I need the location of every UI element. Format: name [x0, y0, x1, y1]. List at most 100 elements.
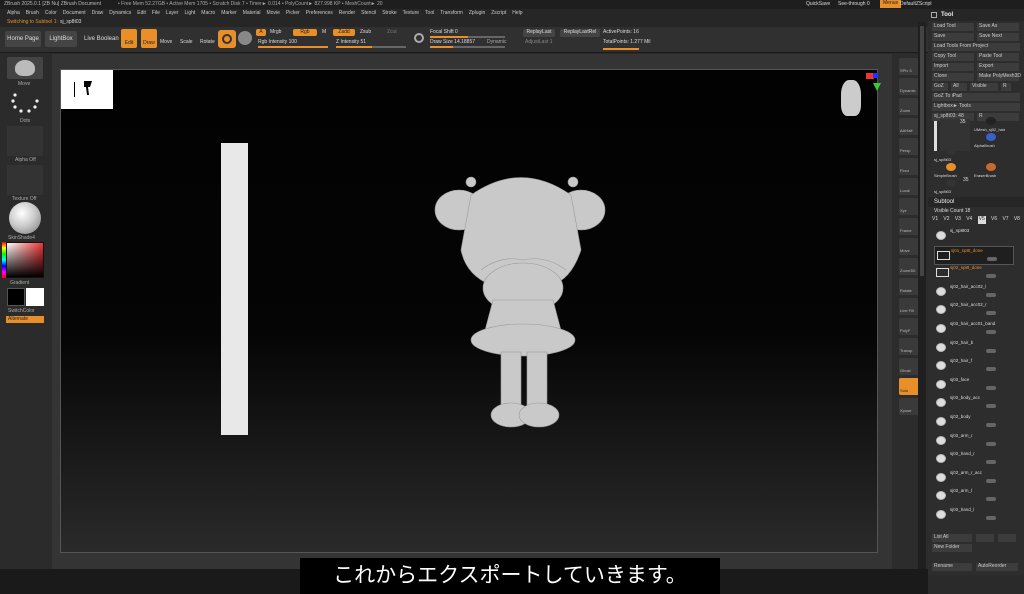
subtool-item[interactable]: sj02_hand_r [934, 450, 1014, 469]
menu-document[interactable]: Document [63, 10, 86, 17]
panel-button-3-1[interactable]: Paste Tool [977, 53, 1019, 61]
main-color-swatch[interactable] [26, 288, 44, 306]
switch-color-button[interactable]: SwitchColor [8, 308, 35, 315]
subtool-item[interactable]: sj02_hair_acc01_band [934, 320, 1014, 339]
subtool-item[interactable]: sj02_hair_b [934, 339, 1014, 358]
navigation-widget[interactable] [61, 70, 113, 109]
alpha-thumbnail[interactable] [7, 126, 43, 156]
vset-v4[interactable]: V4 [966, 216, 972, 224]
panel-button-3-0[interactable]: Copy Tool [932, 53, 974, 61]
subtool-toggle[interactable] [986, 478, 996, 483]
menu-edit[interactable]: Edit [137, 10, 146, 17]
color-picker[interactable] [6, 242, 44, 278]
tool-panel-header[interactable]: Tool [928, 9, 1024, 21]
menu-alpha[interactable]: Alpha [7, 10, 20, 17]
stroke-thumbnail[interactable] [7, 89, 43, 117]
secondary-color-swatch[interactable] [7, 288, 25, 306]
panel-button-6-0[interactable]: GoZ [932, 83, 948, 91]
zsub-button[interactable]: Zsub [360, 29, 371, 36]
vset-v8[interactable]: V8 [1014, 216, 1020, 224]
new-folder-button[interactable]: New Folder [932, 544, 972, 552]
tool-thumb-0[interactable]: sj_sp8t03 [932, 147, 972, 163]
panel-button-0-1[interactable]: Save As [977, 23, 1019, 31]
scroll-thumb[interactable] [920, 26, 924, 276]
replay-last-rel-button[interactable]: ReplayLastRel [560, 29, 600, 37]
up-button[interactable] [976, 534, 994, 542]
subtool-item[interactable]: sj02_sp8t_done [934, 264, 1014, 283]
auto-reorder-button[interactable]: AutoReorder [976, 563, 1018, 571]
hue-strip[interactable] [2, 242, 6, 278]
material-thumbnail[interactable] [9, 202, 41, 234]
vset-v6[interactable]: V6 [991, 216, 997, 224]
adjust-last-slider[interactable]: AdjustLast 1 [525, 39, 553, 46]
rotate-button[interactable]: Rotate [200, 39, 215, 46]
vset-v5[interactable]: V5 [977, 216, 986, 224]
vset-v7[interactable]: V7 [1002, 216, 1008, 224]
lightbox-button[interactable]: LightBox [45, 31, 77, 47]
subtool-item[interactable]: sj02_body_acc [934, 394, 1014, 413]
edit-button[interactable]: Edit [121, 29, 137, 48]
a-button[interactable]: A [256, 29, 266, 36]
subtool-toggle[interactable] [987, 256, 997, 261]
texture-thumbnail[interactable] [7, 165, 43, 195]
material-sphere-icon[interactable] [238, 31, 252, 45]
alternate-button[interactable]: Alternate [6, 316, 44, 323]
subtool-toggle[interactable] [986, 423, 996, 427]
menu-transform[interactable]: Transform [440, 10, 463, 17]
subtool-toggle[interactable] [986, 292, 996, 297]
subtool-toggle[interactable] [986, 441, 996, 446]
vset-v2[interactable]: V2 [943, 216, 949, 224]
menu-layer[interactable]: Layer [166, 10, 179, 17]
menu-texture[interactable]: Texture [403, 10, 419, 17]
down-button[interactable] [998, 534, 1016, 542]
head-orientation-widget[interactable] [841, 80, 861, 116]
menu-color[interactable]: Color [45, 10, 57, 17]
panel-button-6-2[interactable]: Visible [970, 83, 998, 91]
subtool-item[interactable]: sj02_body [934, 413, 1014, 432]
zcut-button[interactable]: Zcut [387, 29, 397, 36]
menu-light[interactable]: Light [184, 10, 195, 17]
panel-button-6-1[interactable]: All [951, 83, 967, 91]
vset-v3[interactable]: V3 [955, 216, 961, 224]
move-button[interactable]: Move [160, 39, 172, 46]
m-button[interactable]: M [322, 29, 326, 36]
subtool-toggle[interactable] [986, 385, 996, 390]
menu-preferences[interactable]: Preferences [306, 10, 333, 17]
menu-tool[interactable]: Tool [425, 10, 434, 17]
vset-v1[interactable]: V1 [932, 216, 938, 224]
scale-button[interactable]: Scale [180, 39, 193, 46]
document-canvas[interactable] [60, 69, 881, 553]
gizmo-button[interactable] [218, 30, 236, 48]
replay-last-button[interactable]: ReplayLast [523, 29, 555, 37]
menu-material[interactable]: Material [243, 10, 261, 17]
subtool-header[interactable]: Subtool [928, 197, 1024, 207]
menu-zplugin[interactable]: Zplugin [469, 10, 485, 17]
subtool-item[interactable]: sj02_hair_acc02_r [934, 301, 1014, 320]
z-intensity-slider[interactable] [336, 46, 406, 48]
panel-button-4-1[interactable]: Export [977, 63, 1019, 71]
menu-stencil[interactable]: Stencil [361, 10, 376, 17]
subtool-toggle[interactable] [986, 460, 996, 465]
panel-button-1-1[interactable]: Save Next [977, 33, 1019, 41]
panel-button-8-0[interactable]: Lightbox► Tools [932, 103, 1020, 111]
subtool-item[interactable]: sj01_sp8t_done [934, 245, 1014, 265]
right-scrollbar[interactable] [918, 22, 926, 569]
mrgb-button[interactable]: Mrgb [270, 29, 281, 36]
menu-dynamics[interactable]: Dynamics [109, 10, 131, 17]
quicksave-button[interactable]: QuickSave [806, 1, 830, 8]
subtool-toggle[interactable] [986, 348, 996, 353]
menus-button[interactable]: Menus [880, 0, 902, 8]
tool-thumb-1[interactable]: UMesh_sj02_hair [972, 117, 1012, 133]
menu-picker[interactable]: Picker [286, 10, 300, 17]
menu-brush[interactable]: Brush [26, 10, 39, 17]
dynamic-button[interactable]: Dynamic [487, 39, 506, 46]
subtool-item[interactable]: sj02_hand_l [934, 506, 1014, 525]
rgb-intensity-slider[interactable] [258, 46, 328, 48]
subtool-item[interactable]: sj02_hair_f [934, 357, 1014, 376]
menu-draw[interactable]: Draw [92, 10, 104, 17]
draw-size-slider[interactable] [430, 46, 505, 48]
list-all-button[interactable]: List All [932, 534, 972, 542]
subtool-item[interactable]: sj02_face [934, 376, 1014, 395]
live-boolean-button[interactable]: Live Boolean [84, 35, 119, 43]
tool-thumb-2[interactable]: AlphaBrush [972, 133, 1012, 149]
